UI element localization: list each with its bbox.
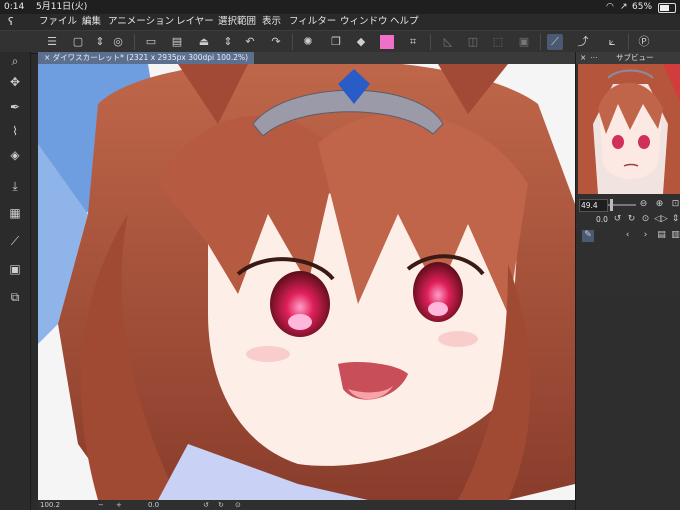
layers-tool-icon[interactable]: ◈: [7, 147, 23, 163]
reset-rotation-icon[interactable]: ⊙: [640, 214, 651, 225]
brush-tool-icon[interactable]: ⟋: [7, 233, 23, 249]
sub-view-header: × ⋯ サブビュー: [576, 52, 680, 64]
battery-percent: 65%: [632, 2, 653, 12]
curve-ruler-icon[interactable]: ⤴: [575, 34, 591, 50]
flip-v-icon[interactable]: ⇕: [670, 214, 680, 225]
sub-view-controls: 49.4 ⊖ ⊕ ⊡ 0.0 ↺ ↻ ⊙ ◁▷ ⇕ ✎ ‹ › ▤ ▥: [576, 194, 680, 294]
color-swatch[interactable]: [380, 35, 394, 49]
sub-view-rotation[interactable]: 0.0: [596, 215, 608, 224]
menu-window[interactable]: ウィンドウ: [340, 14, 388, 30]
drawing-canvas[interactable]: [38, 64, 575, 500]
rotation-value[interactable]: 0.0: [148, 500, 159, 510]
status-time: 0:14: [4, 2, 25, 12]
sub-view-image[interactable]: [578, 64, 680, 194]
prev-icon[interactable]: ‹: [622, 230, 633, 241]
new-file-icon[interactable]: ▭: [143, 34, 159, 50]
rotate-left-icon[interactable]: ↺: [612, 214, 623, 225]
zoom-in-icon[interactable]: ⊕: [654, 199, 665, 210]
menu-edit[interactable]: 編集: [82, 14, 101, 30]
updown-icon[interactable]: ⇕: [92, 34, 108, 50]
fit-icon[interactable]: ⊡: [670, 199, 680, 210]
redo-icon[interactable]: ↷: [268, 34, 284, 50]
ruler-icon[interactable]: ⟋: [547, 34, 563, 50]
invert-icon[interactable]: ◫: [465, 34, 481, 50]
document-tab-bar: × ダイワスカーレット* (2321 x 2935px 300dpi 100.2…: [38, 52, 575, 64]
document-title: ダイワスカーレット* (2321 x 2935px 300dpi 100.2%): [52, 53, 249, 62]
close-icon[interactable]: ×: [44, 53, 53, 62]
hamburger-icon[interactable]: ☰: [44, 34, 60, 50]
canvas-status-bar: 100.2 − + 0.0 ↺ ↻ ⊙: [38, 500, 575, 510]
sub-view-title: サブビュー: [616, 53, 654, 62]
sub-view-zoom[interactable]: 49.4: [579, 199, 608, 212]
status-date: 5月11日(火): [36, 2, 88, 12]
zoom-in-icon[interactable]: +: [116, 500, 122, 510]
undo-icon[interactable]: ↶: [242, 34, 258, 50]
menu-file[interactable]: ファイル: [39, 14, 77, 30]
menu-layer[interactable]: レイヤー: [176, 14, 214, 30]
save-icon[interactable]: ⏏: [196, 34, 212, 50]
menu-bar: ʕ ファイル 編集 アニメーション レイヤー 選択範囲 表示 フィルター ウィン…: [0, 14, 680, 30]
reset-icon[interactable]: ⊙: [235, 500, 241, 510]
target-icon[interactable]: ◎: [110, 34, 126, 50]
lasso-tool-icon[interactable]: ⌇: [7, 123, 23, 139]
spinner-icon[interactable]: ✺: [300, 34, 316, 50]
next-icon[interactable]: ›: [640, 230, 651, 241]
status-bar: 0:14 5月11日(火) ◠ ↗ 65%: [0, 0, 680, 14]
rotate-right-icon[interactable]: ↻: [626, 214, 637, 225]
zoom-tool-icon[interactable]: ⌕: [7, 53, 23, 69]
collapse-icon[interactable]: ⋯: [590, 52, 598, 64]
rotate-left-icon[interactable]: ↺: [203, 500, 209, 510]
pen-tool-icon[interactable]: ✒: [7, 99, 23, 115]
fill-icon[interactable]: ◆: [353, 34, 369, 50]
menu-animation[interactable]: アニメーション: [108, 14, 174, 30]
app-logo-icon[interactable]: ʕ: [8, 14, 14, 30]
tool-bar: ⌕ ✥ ✒ ⌇ ◈ ⤓ ▦ ⟋ ▣ ⧉: [0, 52, 31, 510]
help-icon[interactable]: Ⓟ: [636, 34, 652, 50]
perspective-icon[interactable]: ⟀: [604, 34, 620, 50]
scroll-icon[interactable]: ⇕: [220, 34, 236, 50]
select-all-icon[interactable]: ⬚: [490, 34, 506, 50]
eyedropper-icon[interactable]: ✎: [582, 230, 594, 242]
menu-view[interactable]: 表示: [262, 14, 281, 30]
copy-icon[interactable]: ❐: [328, 34, 344, 50]
location-icon: ↗: [620, 2, 628, 12]
import-tool-icon[interactable]: ⤓: [7, 178, 23, 194]
zoom-out-icon[interactable]: ⊖: [638, 199, 649, 210]
transform-icon[interactable]: ⌗: [405, 34, 421, 50]
zoom-out-icon[interactable]: −: [98, 500, 104, 510]
clear-icon[interactable]: ◺: [440, 34, 456, 50]
deselect-icon[interactable]: ▣: [516, 34, 532, 50]
sub-view-panel: × ⋯ サブビュー 49.4 ⊖ ⊕ ⊡ 0.0 ↺ ↻ ⊙ ◁▷ ⇕ ✎ ‹ …: [575, 52, 680, 510]
menu-selection[interactable]: 選択範囲: [218, 14, 256, 30]
rotate-right-icon[interactable]: ↻: [218, 500, 224, 510]
folder-icon[interactable]: ▤: [656, 230, 667, 241]
grid-tool-icon[interactable]: ▦: [7, 205, 23, 221]
flip-icon[interactable]: ◁▷: [654, 214, 668, 225]
zoom-value[interactable]: 100.2: [40, 500, 60, 510]
move-tool-icon[interactable]: ✥: [7, 74, 23, 90]
battery-icon: [658, 3, 676, 13]
wifi-icon: ◠: [606, 2, 614, 12]
document-tab[interactable]: × ダイワスカーレット* (2321 x 2935px 300dpi 100.2…: [38, 52, 255, 64]
artwork: [38, 64, 575, 500]
stack-tool-icon[interactable]: ⧉: [7, 289, 23, 305]
command-bar: ☰ ▢ ⇕ ◎ ▭ ▤ ⏏ ⇕ ↶ ↷ ✺ ❐ ◆ ⌗ ◺ ◫ ⬚ ▣ ⟋ ⤴ …: [0, 30, 680, 54]
menu-help[interactable]: ヘルプ: [390, 14, 419, 30]
sub-view-slider-handle[interactable]: [610, 199, 613, 211]
new-layer-icon[interactable]: ▢: [70, 34, 86, 50]
close-icon[interactable]: ×: [580, 52, 586, 64]
open-folder-icon[interactable]: ▤: [169, 34, 185, 50]
menu-filter[interactable]: フィルター: [289, 14, 336, 30]
fill-tool-icon[interactable]: ▣: [7, 261, 23, 277]
trash-icon[interactable]: ▥: [670, 230, 680, 241]
